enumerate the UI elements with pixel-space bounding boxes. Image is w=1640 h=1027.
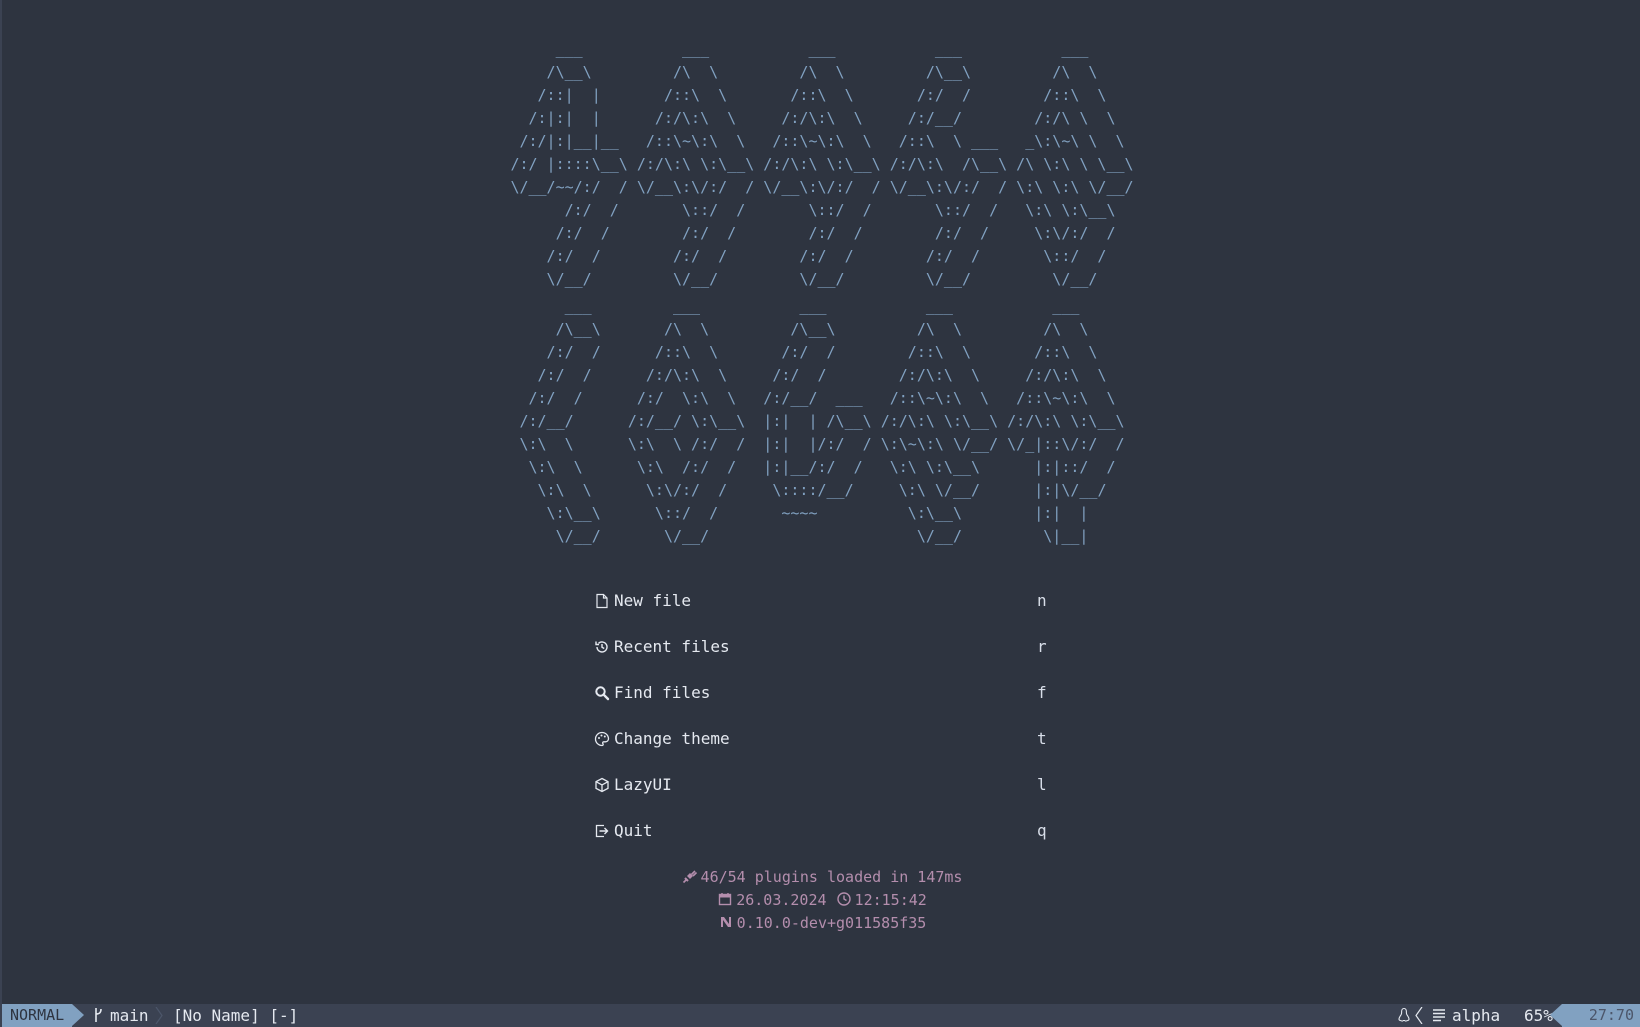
position-separator — [1550, 1004, 1562, 1026]
scroll-percent: 65% — [1524, 1006, 1553, 1025]
exit-icon — [594, 823, 610, 839]
calendar-icon — [717, 891, 733, 907]
version-line: 0.10.0-dev+g011585f35 — [2, 912, 1640, 935]
ascii-banner-top-text: ___ ___ ___ ___ ___ /\__\ /\ \ /\ \ /\__… — [510, 40, 1134, 288]
menu-item-quit[interactable]: Quit q — [594, 820, 1054, 866]
menu-item-shortcut: t — [1037, 729, 1047, 748]
search-icon — [594, 685, 610, 701]
menu-item-change-theme[interactable]: Change theme t — [594, 728, 1054, 774]
time-text: 12:15:42 — [854, 891, 927, 909]
palette-icon — [594, 731, 610, 747]
dashboard-menu: New file n Recent files r Find files f C… — [594, 590, 1054, 866]
menu-item-shortcut: r — [1037, 637, 1047, 656]
git-branch[interactable]: main — [92, 1004, 149, 1027]
git-branch-icon — [92, 1007, 104, 1023]
menu-item-shortcut: f — [1037, 683, 1047, 702]
ascii-banner-top: ___ ___ ___ ___ ___ /\__\ /\ \ /\ \ /\__… — [2, 38, 1640, 291]
clock-icon — [836, 891, 852, 907]
plugins-text: 46/54 plugins loaded in 147ms — [700, 868, 963, 886]
filetype: alpha — [1452, 1006, 1501, 1025]
menu-item-label: Find files — [614, 683, 711, 702]
neovim-window: ___ ___ ___ ___ ___ /\__\ /\ \ /\ \ /\__… — [0, 0, 1640, 1027]
menu-item-label: New file — [614, 591, 692, 610]
version-text: 0.10.0-dev+g011585f35 — [736, 914, 927, 932]
menu-item-label: Change theme — [614, 729, 730, 748]
menu-item-shortcut: n — [1037, 591, 1047, 610]
ascii-banner-bottom-text: ___ ___ ___ ___ ___ /\__\ /\ \ /\__\ /\ … — [519, 297, 1125, 545]
menu-item-lazyui[interactable]: LazyUI l — [594, 774, 1054, 820]
statusline: NORMAL main [No Name] [-] alpha 65% 27:7… — [2, 1004, 1640, 1027]
git-branch-name: main — [110, 1006, 149, 1025]
buffer-name: [No Name] [-] — [173, 1006, 299, 1025]
mode-separator — [72, 1004, 84, 1026]
menu-item-shortcut: q — [1037, 821, 1047, 840]
menu-item-find-files[interactable]: Find files f — [594, 682, 1054, 728]
section-separator — [1415, 1007, 1423, 1024]
linux-icon — [1398, 1007, 1410, 1022]
ascii-banner-bottom: ___ ___ ___ ___ ___ /\__\ /\ \ /\__\ /\ … — [2, 295, 1640, 548]
neovim-icon — [718, 914, 734, 930]
section-separator — [155, 1007, 163, 1024]
mode-indicator: NORMAL — [2, 1004, 72, 1027]
menu-item-shortcut: l — [1037, 775, 1047, 794]
datetime-line: 26.03.2024 12:15:42 — [2, 889, 1640, 912]
menu-item-recent-files[interactable]: Recent files r — [594, 636, 1054, 682]
cursor-position: 27:70 — [1562, 1004, 1640, 1027]
dashboard-footer: 46/54 plugins loaded in 147ms 26.03.2024… — [2, 866, 1640, 935]
menu-item-label: Recent files — [614, 637, 730, 656]
menu-item-label: Quit — [614, 821, 653, 840]
filetype-icon — [1433, 1009, 1445, 1022]
menu-item-new-file[interactable]: New file n — [594, 590, 1054, 636]
file-icon — [594, 593, 610, 609]
package-icon — [594, 777, 610, 793]
menu-item-label: LazyUI — [614, 775, 672, 794]
date-text: 26.03.2024 — [736, 891, 827, 909]
plugins-stat: 46/54 plugins loaded in 147ms — [2, 866, 1640, 889]
history-icon — [594, 639, 610, 655]
plug-icon — [682, 868, 698, 884]
